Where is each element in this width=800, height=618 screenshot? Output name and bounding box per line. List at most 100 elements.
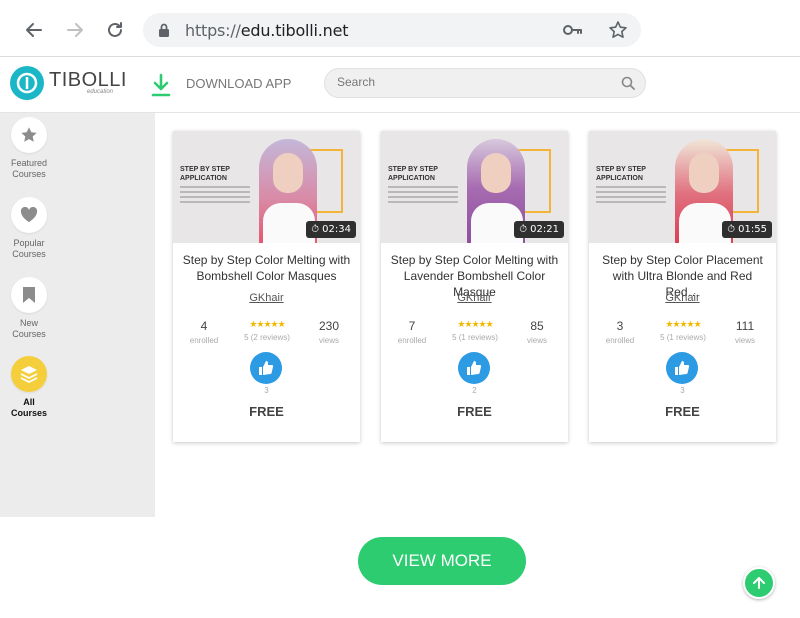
model-face xyxy=(481,153,511,193)
reload-icon xyxy=(108,22,122,37)
rating-stars-icon: ★★★★★ xyxy=(249,319,285,329)
heart-icon xyxy=(11,197,47,233)
search-bar xyxy=(324,68,646,98)
reviews-text: 5 (2 reviews) xyxy=(244,333,290,342)
browser-toolbar: https://edu.tibolli.net xyxy=(0,0,800,57)
bookmark-icon xyxy=(11,277,47,313)
course-category-sidebar: Featured Courses Popular Courses New Cou… xyxy=(0,113,155,517)
course-card[interactable]: STEP BY STEP APPLICATION ⏱ 02:34 Step by… xyxy=(173,131,360,442)
download-app-link[interactable]: DOWNLOAD APP xyxy=(186,76,291,91)
views-count: 230 xyxy=(318,319,340,333)
download-icon[interactable] xyxy=(150,72,172,98)
course-price: FREE xyxy=(665,404,700,419)
course-author-link[interactable]: GKhair xyxy=(173,292,360,304)
duration-text: 01:55 xyxy=(738,224,767,235)
course-thumbnail[interactable]: STEP BY STEP APPLICATION ⏱ 01:55 xyxy=(589,131,776,243)
course-price: FREE xyxy=(457,404,492,419)
duration-text: 02:34 xyxy=(322,224,351,235)
model-face xyxy=(689,153,719,193)
tibolli-logo-icon[interactable] xyxy=(10,66,44,100)
reviews-text: 5 (1 reviews) xyxy=(452,333,498,342)
thumbs-up-icon xyxy=(675,361,690,375)
course-title[interactable]: Step by Step Color Melting with Bombshel… xyxy=(179,252,354,284)
thumbnail-title: STEP BY STEP APPLICATION xyxy=(180,166,230,182)
search-input[interactable] xyxy=(337,75,607,89)
enrolled-count: 3 xyxy=(616,319,624,333)
lock-icon xyxy=(159,23,169,37)
sidebar-item-label: All Courses xyxy=(10,397,47,418)
enrolled-count: 4 xyxy=(200,319,208,333)
rating-stat: ★★★★★ 5 (2 reviews) xyxy=(229,319,305,342)
views-label: views xyxy=(526,336,547,345)
views-count: 111 xyxy=(735,319,755,333)
sidebar-item-featured[interactable]: Featured Courses xyxy=(8,117,50,180)
reviews-text: 5 (1 reviews) xyxy=(660,333,706,342)
views-stat: 85 views xyxy=(512,319,562,345)
course-card[interactable]: STEP BY STEP APPLICATION ⏱ 02:21 Step by… xyxy=(381,131,568,442)
duration-badge: ⏱ 02:34 xyxy=(306,221,356,238)
url-protocol: https:// xyxy=(185,21,241,40)
course-price: FREE xyxy=(249,404,284,419)
forward-button[interactable] xyxy=(61,16,89,44)
course-author-link[interactable]: GKhair xyxy=(381,292,568,304)
star-icon xyxy=(11,117,47,153)
enrolled-stat: 3 enrolled xyxy=(595,319,645,345)
enrolled-stat: 4 enrolled xyxy=(179,319,229,345)
reload-button[interactable] xyxy=(101,16,129,44)
thumbnail-text-lines xyxy=(596,186,666,206)
logo-subtitle: education xyxy=(87,89,114,95)
duration-text: 02:21 xyxy=(530,224,559,235)
bookmark-star-icon[interactable] xyxy=(608,20,628,40)
like-button[interactable] xyxy=(458,352,490,384)
course-thumbnail[interactable]: STEP BY STEP APPLICATION ⏱ 02:34 xyxy=(173,131,360,243)
address-bar[interactable]: https://edu.tibolli.net xyxy=(143,13,641,47)
rating-stars-icon: ★★★★★ xyxy=(457,319,493,329)
views-count: 85 xyxy=(530,319,544,333)
thumbnail-title: STEP BY STEP APPLICATION xyxy=(388,166,438,182)
thumbnail-text-lines xyxy=(388,186,458,206)
enrolled-label: enrolled xyxy=(605,336,635,345)
like-count: 3 xyxy=(680,386,685,395)
thumbnail-text-lines xyxy=(180,186,250,206)
thumbs-up-icon xyxy=(467,361,482,375)
course-author-link[interactable]: GKhair xyxy=(589,292,776,304)
sidebar-item-label: Popular Courses xyxy=(12,238,46,259)
duration-badge: ⏱ 01:55 xyxy=(722,221,772,238)
like-button[interactable] xyxy=(250,352,282,384)
search-icon[interactable] xyxy=(621,76,635,90)
sidebar-item-new[interactable]: New Courses xyxy=(8,277,50,340)
course-card[interactable]: STEP BY STEP APPLICATION ⏱ 01:55 Step by… xyxy=(589,131,776,442)
views-label: views xyxy=(734,336,755,345)
sidebar-item-label: New Courses xyxy=(12,318,46,339)
url-text: https://edu.tibolli.net xyxy=(185,21,349,40)
like-count: 2 xyxy=(472,386,477,395)
views-stat: 230 views xyxy=(304,319,354,345)
enrolled-stat: 7 enrolled xyxy=(387,319,437,345)
enrolled-count: 7 xyxy=(408,319,416,333)
sidebar-item-all[interactable]: All Courses xyxy=(8,356,50,419)
course-list: STEP BY STEP APPLICATION ⏱ 02:34 Step by… xyxy=(155,113,800,517)
duration-badge: ⏱ 02:21 xyxy=(514,221,564,238)
rating-stars-icon: ★★★★★ xyxy=(665,319,701,329)
scroll-to-top-button[interactable] xyxy=(743,567,775,599)
sidebar-item-label: Featured Courses xyxy=(10,158,48,179)
view-more-button[interactable]: VIEW MORE xyxy=(358,537,526,585)
like-count: 3 xyxy=(264,386,269,395)
views-label: views xyxy=(318,336,339,345)
back-button[interactable] xyxy=(20,16,48,44)
enrolled-label: enrolled xyxy=(397,336,427,345)
rating-stat: ★★★★★ 5 (1 reviews) xyxy=(645,319,721,342)
url-host: edu.tibolli.net xyxy=(240,21,349,40)
arrow-right-icon xyxy=(67,23,83,37)
sidebar-item-popular[interactable]: Popular Courses xyxy=(8,197,50,260)
views-stat: 111 views xyxy=(720,319,770,345)
arrow-left-icon xyxy=(26,23,42,37)
like-button[interactable] xyxy=(666,352,698,384)
thumbnail-title: STEP BY STEP APPLICATION xyxy=(596,166,646,182)
course-thumbnail[interactable]: STEP BY STEP APPLICATION ⏱ 02:21 xyxy=(381,131,568,243)
model-face xyxy=(273,153,303,193)
thumbs-up-icon xyxy=(259,361,274,375)
key-icon[interactable] xyxy=(563,22,583,38)
enrolled-label: enrolled xyxy=(189,336,219,345)
rating-stat: ★★★★★ 5 (1 reviews) xyxy=(437,319,513,342)
